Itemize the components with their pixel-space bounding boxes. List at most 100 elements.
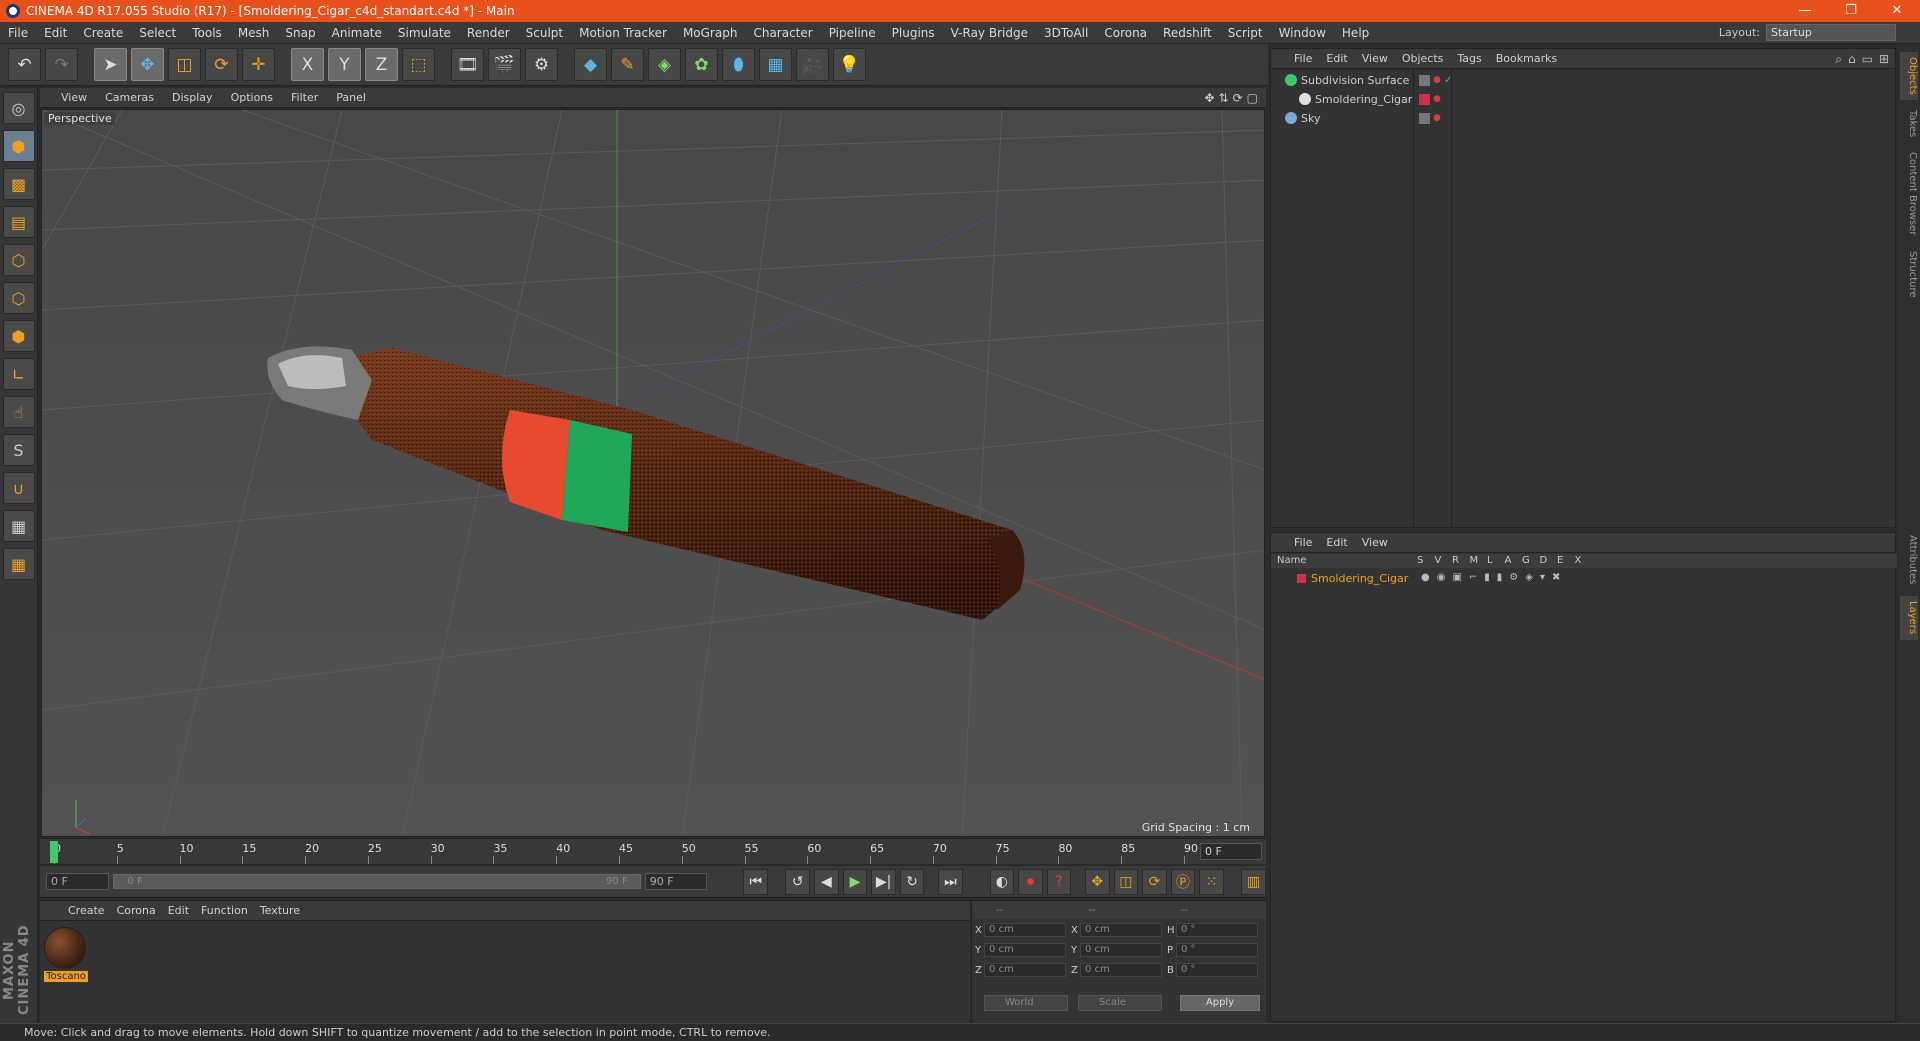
perspective-viewport[interactable]: Perspective Grid Spacing : 1 cm (41, 109, 1265, 837)
object-row[interactable]: Subdivision Surface ● ✓ (1271, 71, 1897, 89)
pen-spline-icon[interactable]: ✎ (611, 48, 644, 81)
menu-plugins[interactable]: Plugins (884, 22, 943, 44)
tab-content-browser[interactable]: Content Browser (1900, 146, 1918, 242)
object-menu-edit[interactable]: Edit (1319, 52, 1354, 65)
layer-column-header[interactable]: L (1487, 555, 1493, 566)
rotate-icon[interactable]: ⟳ (205, 48, 238, 81)
object-menu-view[interactable]: View (1355, 52, 1395, 65)
layer-color-icon[interactable] (1419, 112, 1430, 124)
menu-3dtoall[interactable]: 3DToAll (1036, 22, 1096, 44)
layer-menu-file[interactable]: File (1287, 536, 1319, 549)
z-axis-icon[interactable]: Z (365, 48, 398, 81)
close-button[interactable]: ✕ (1874, 0, 1920, 22)
visibility-dot-icon[interactable]: ● (1433, 94, 1441, 105)
go-to-previous-key-button[interactable]: ↺ (785, 868, 811, 895)
enabled-check-icon[interactable]: ✓ (1444, 75, 1452, 86)
timeline-icon[interactable]: ▥ (1241, 868, 1266, 895)
menu-redshift[interactable]: Redshift (1155, 22, 1220, 44)
pan-icon[interactable]: ✥ (1204, 91, 1214, 105)
make-editable-icon[interactable]: ◎ (2, 92, 35, 124)
viewport-camera-label[interactable]: Perspective (45, 112, 115, 125)
position-y-field[interactable]: 0 cm (984, 943, 1066, 957)
end-frame-field[interactable]: 90 F (644, 873, 708, 890)
param-key-icon[interactable]: Ⓟ (1170, 868, 1196, 895)
menu-script[interactable]: Script (1220, 22, 1271, 44)
apply-button[interactable]: Apply (1180, 995, 1260, 1011)
menu-mesh[interactable]: Mesh (230, 22, 278, 44)
object-name[interactable]: Subdivision Surface (1301, 74, 1409, 87)
coordinate-space-dropdown[interactable]: World (984, 995, 1068, 1011)
select-arrow-icon[interactable]: ➤ (94, 48, 127, 81)
layer-menu-edit[interactable]: Edit (1319, 536, 1354, 549)
layer-column-header[interactable]: M (1470, 555, 1479, 566)
material-menu-edit[interactable]: Edit (162, 904, 195, 917)
menu-mograph[interactable]: MoGraph (675, 22, 746, 44)
current-frame-field[interactable]: 0 F (1200, 843, 1262, 860)
object-flags[interactable]: ● ✓ (1419, 74, 1452, 86)
coordinate-system-icon[interactable]: ⬚ (402, 48, 435, 81)
layer-column-header[interactable]: A (1505, 555, 1512, 566)
maximize-button[interactable]: ❐ (1828, 0, 1874, 22)
viewport-menu-cameras[interactable]: Cameras (96, 91, 163, 104)
object-name[interactable]: Smoldering_Cigar (1315, 93, 1412, 106)
model-mode-icon[interactable]: ⬢ (2, 130, 35, 162)
position-z-field[interactable]: 0 cm (984, 963, 1066, 977)
layer-column-header[interactable]: R (1452, 555, 1459, 566)
start-frame-field[interactable]: 0 F (46, 873, 109, 890)
object-menu-file[interactable]: File (1287, 52, 1319, 65)
layer-name[interactable]: Smoldering_Cigar (1311, 572, 1408, 585)
new-window-icon[interactable]: ▭ (1862, 52, 1873, 67)
tweak-mode-icon[interactable]: ☝ (2, 396, 35, 428)
visibility-dot-icon[interactable]: ● (1433, 113, 1441, 124)
viewport-menu-panel[interactable]: Panel (327, 91, 375, 104)
position-x-field[interactable]: 0 cm (984, 923, 1066, 937)
frame-ruler[interactable]: 051015202530354045505560657075808590 (50, 839, 1200, 865)
menu-simulate[interactable]: Simulate (390, 22, 459, 44)
layer-flags[interactable]: ●◉▣⌐▮▮⚙◈▾✖ (1421, 572, 1567, 583)
size-y-field[interactable]: 0 cm (1080, 943, 1162, 957)
menu-corona[interactable]: Corona (1096, 22, 1155, 44)
tab-objects[interactable]: Objects (1900, 52, 1918, 100)
material-preview[interactable] (44, 927, 86, 969)
go-to-start-button[interactable]: ⏮ (743, 868, 769, 895)
go-to-next-key-button[interactable]: ↻ (899, 868, 925, 895)
scale-icon[interactable]: ◫ (168, 48, 201, 81)
menu-animate[interactable]: Animate (324, 22, 390, 44)
undo-icon[interactable]: ↶ (8, 48, 41, 81)
playhead[interactable] (50, 841, 58, 863)
layer-column-header[interactable]: V (1435, 555, 1442, 566)
edges-mode-icon[interactable]: ⬡ (2, 282, 35, 314)
rotate-key-icon[interactable]: ⟳ (1142, 868, 1167, 895)
layer-row[interactable]: Smoldering_Cigar ●◉▣⌐▮▮⚙◈▾✖ (1271, 571, 1897, 587)
menu-sculpt[interactable]: Sculpt (518, 22, 571, 44)
menu-character[interactable]: Character (745, 22, 820, 44)
material-menu-corona[interactable]: Corona (111, 904, 162, 917)
redo-icon[interactable]: ↷ (45, 48, 78, 81)
go-to-end-button[interactable]: ⏭ (938, 868, 963, 895)
material-menu-texture[interactable]: Texture (254, 904, 306, 917)
edit-render-settings-icon[interactable]: ⚙ (525, 48, 558, 81)
play-button[interactable]: ▶ (842, 868, 868, 895)
move-key-icon[interactable]: ✥ (1084, 868, 1110, 895)
texture-mode-icon[interactable]: ▩ (2, 168, 35, 200)
tab-takes[interactable]: Takes (1900, 104, 1918, 144)
layout-dropdown[interactable]: Startup (1766, 24, 1896, 41)
layer-color-icon[interactable] (1419, 74, 1430, 86)
object-menu-bookmarks[interactable]: Bookmarks (1489, 52, 1564, 65)
axis-mode-icon[interactable]: ∟ (2, 358, 35, 390)
help-key-icon[interactable]: ? (1046, 868, 1072, 895)
visibility-dot-icon[interactable]: ● (1433, 75, 1441, 86)
layer-column-header[interactable]: E (1557, 555, 1563, 566)
layer-menu-view[interactable]: View (1355, 536, 1395, 549)
coordinate-mode-dropdown[interactable]: Scale (1078, 995, 1162, 1011)
viewport-menu-filter[interactable]: Filter (282, 91, 327, 104)
material-menu-create[interactable]: Create (62, 904, 111, 917)
timeline-ruler[interactable]: 051015202530354045505560657075808590 0 F (40, 838, 1266, 864)
size-z-field[interactable]: 0 cm (1080, 963, 1162, 977)
next-frame-button[interactable]: ▶| (871, 868, 896, 895)
x-axis-icon[interactable]: X (291, 48, 324, 81)
light-icon[interactable]: 💡 (833, 48, 866, 81)
menu-render[interactable]: Render (459, 22, 518, 44)
tab-attributes[interactable]: Attributes (1900, 528, 1918, 592)
layer-column-header[interactable]: G (1522, 555, 1530, 566)
